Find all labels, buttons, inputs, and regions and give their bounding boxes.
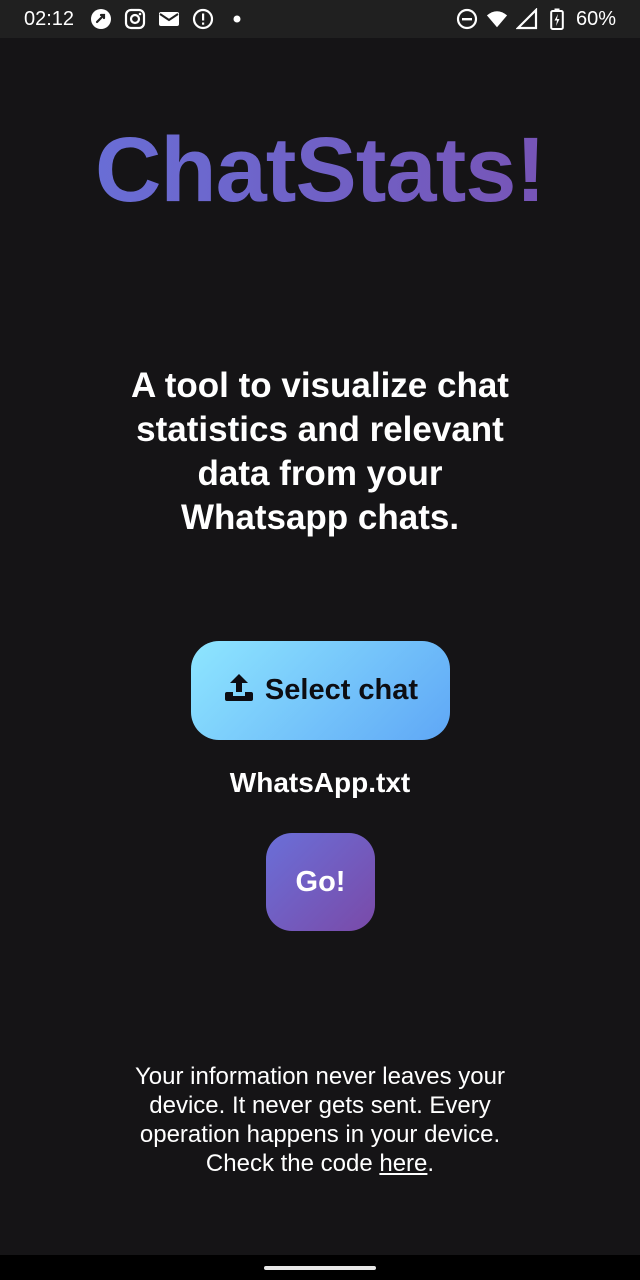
select-chat-label: Select chat [264, 674, 419, 706]
privacy-note-end: . [427, 1150, 435, 1177]
source-code-link[interactable]: here [379, 1150, 427, 1177]
privacy-note-text: Your information never leaves your devic… [135, 1063, 505, 1177]
status-bar: 02:12 60% [0, 0, 640, 38]
go-button[interactable]: Go! [266, 833, 375, 931]
wifi-icon [486, 8, 508, 30]
status-right: 60% [456, 8, 616, 31]
app-tagline: A tool to visualize chat statistics and … [131, 366, 509, 537]
battery-percentage: 60% [575, 7, 616, 30]
sync-icon [90, 8, 112, 30]
home-gesture-handle[interactable] [264, 1266, 376, 1270]
app-title: ChatStats! [0, 118, 640, 223]
signal-icon [515, 8, 538, 30]
mail-icon [158, 8, 180, 30]
dot-icon [226, 8, 248, 30]
status-left: 02:12 [24, 8, 248, 31]
battery-charging-icon [546, 8, 568, 30]
selected-file-name: WhatsApp.txt [229, 767, 411, 798]
alert-icon [192, 8, 214, 30]
instagram-icon [124, 8, 146, 30]
select-chat-button[interactable]: Select chat [191, 641, 450, 740]
navigation-bar [0, 1255, 640, 1280]
upload-icon [223, 672, 255, 710]
privacy-note: Your information never leaves your devic… [120, 1062, 520, 1178]
status-time: 02:12 [24, 7, 75, 30]
do-not-disturb-icon [456, 8, 478, 30]
